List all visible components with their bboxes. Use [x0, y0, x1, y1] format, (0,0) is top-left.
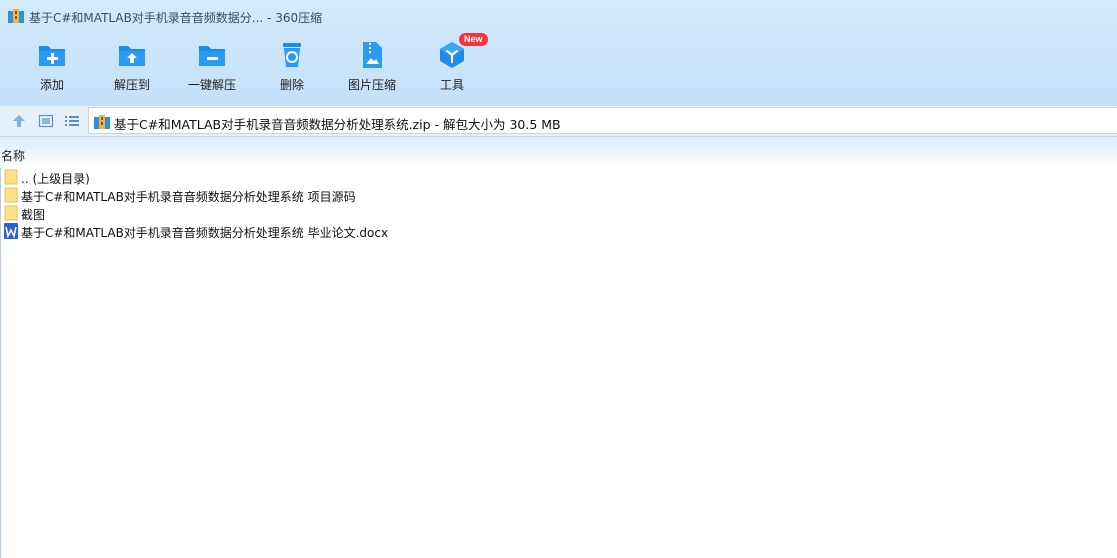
list-header: 名称 — [0, 137, 1117, 167]
extract-to-button[interactable]: 解压到 — [96, 36, 168, 98]
zip-archive-icon — [94, 115, 110, 129]
list-item-screenshots-folder[interactable]: 截图 — [0, 204, 1117, 222]
delete-label: 删除 — [279, 78, 304, 92]
delete-button[interactable]: 删除 — [256, 36, 328, 98]
image-compress-icon — [363, 42, 382, 68]
folder-icon — [4, 187, 18, 203]
column-header-name[interactable]: 名称 — [1, 147, 25, 164]
thumbnail-view-icon[interactable] — [38, 113, 54, 129]
tools-button[interactable]: New 工具 — [416, 33, 488, 98]
navigation-bar: 基于C#和MATLAB对手机录音音频数据分析处理系统.zip - 解包大小为 3… — [0, 106, 1117, 137]
window-title: 基于C#和MATLAB对手机录音音频数据分... - 360压缩 — [29, 11, 323, 25]
archive-path-text: 基于C#和MATLAB对手机录音音频数据分析处理系统.zip - 解包大小为 3… — [114, 117, 561, 132]
add-folder-icon — [39, 46, 65, 66]
archive-app-icon — [8, 9, 24, 23]
add-label: 添加 — [39, 78, 64, 92]
new-badge: New — [459, 33, 488, 46]
one-click-extract-button[interactable]: 一键解压 — [176, 36, 248, 98]
list-item-label: 截图 — [21, 208, 46, 222]
list-item-thesis-docx[interactable]: 基于C#和MATLAB对手机录音音频数据分析处理系统 毕业论文.docx — [0, 222, 1117, 240]
extract-to-icon — [119, 46, 145, 66]
one-click-extract-label: 一键解压 — [187, 78, 236, 92]
top-chrome: 基于C#和MATLAB对手机录音音频数据分... - 360压缩 添加 解压到 — [0, 0, 1117, 106]
folder-icon — [4, 169, 18, 185]
image-compress-label: 图片压缩 — [347, 78, 396, 92]
folder-icon — [4, 205, 18, 221]
list-item-source-folder[interactable]: 基于C#和MATLAB对手机录音音频数据分析处理系统 项目源码 — [0, 186, 1117, 204]
image-compress-button[interactable]: 图片压缩 — [336, 36, 408, 98]
add-button[interactable]: 添加 — [16, 36, 88, 98]
up-arrow-icon[interactable] — [11, 113, 27, 129]
word-document-icon — [4, 223, 18, 239]
list-view-icon[interactable] — [64, 113, 80, 129]
path-bar[interactable]: 基于C#和MATLAB对手机录音音频数据分析处理系统.zip - 解包大小为 3… — [88, 107, 1117, 134]
one-click-extract-icon — [199, 46, 225, 66]
title-bar: 基于C#和MATLAB对手机录音音频数据分... - 360压缩 — [0, 0, 1117, 32]
tools-label: 工具 — [439, 78, 464, 92]
delete-bin-icon — [283, 43, 301, 67]
file-list: .. (上级目录) 基于C#和MATLAB对手机录音音频数据分析处理系统 项目源… — [0, 168, 1117, 240]
toolbar: 添加 解压到 一键解压 删除 图片压缩 New 工具 — [0, 33, 1117, 100]
list-item-label: .. (上级目录) — [21, 172, 90, 186]
list-item-parent-dir[interactable]: .. (上级目录) — [0, 168, 1117, 186]
extract-to-label: 解压到 — [113, 78, 150, 92]
list-item-label: 基于C#和MATLAB对手机录音音频数据分析处理系统 毕业论文.docx — [21, 226, 389, 240]
list-item-label: 基于C#和MATLAB对手机录音音频数据分析处理系统 项目源码 — [21, 190, 356, 204]
